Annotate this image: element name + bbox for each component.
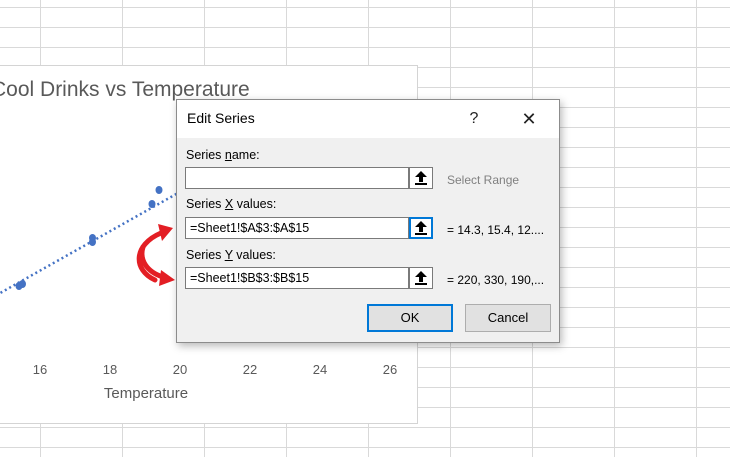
- dialog-titlebar[interactable]: Edit Series ? ✕: [177, 100, 559, 138]
- data-point[interactable]: [89, 234, 96, 242]
- data-point[interactable]: [155, 186, 163, 194]
- series-x-range-button[interactable]: [409, 217, 433, 239]
- series-name-preview: Select Range: [447, 173, 520, 187]
- x-tick-label: 22: [243, 362, 257, 377]
- series-y-label: Series Y values:: [186, 248, 276, 262]
- series-y-preview: = 220, 330, 190,...: [447, 273, 545, 287]
- x-tick-label: 26: [383, 362, 397, 377]
- collapse-range-icon: [415, 271, 427, 285]
- x-tick-label: 18: [103, 362, 117, 377]
- cancel-button[interactable]: Cancel: [465, 304, 551, 332]
- x-tick-label: 20: [173, 362, 187, 377]
- data-point[interactable]: [148, 200, 156, 208]
- series-name-range-button[interactable]: [409, 167, 433, 189]
- data-point[interactable]: [19, 280, 26, 288]
- collapse-range-icon: [415, 171, 427, 185]
- dialog-title: Edit Series: [187, 110, 255, 126]
- series-y-range-button[interactable]: [409, 267, 433, 289]
- series-x-label: Series X values:: [186, 197, 277, 211]
- close-icon[interactable]: ✕: [517, 107, 541, 131]
- series-name-input[interactable]: [185, 167, 409, 189]
- series-y-input[interactable]: =Sheet1!$B$3:$B$15: [185, 267, 409, 289]
- series-x-input[interactable]: =Sheet1!$A$3:$A$15: [185, 217, 409, 239]
- series-name-label: Series name:: [186, 148, 260, 162]
- ok-button[interactable]: OK: [367, 304, 453, 332]
- collapse-range-icon: [415, 221, 427, 235]
- x-axis-title: Temperature: [104, 385, 188, 402]
- series-x-preview: = 14.3, 15.4, 12....: [447, 223, 545, 237]
- help-icon[interactable]: ?: [462, 107, 486, 131]
- x-tick-label: 16: [33, 362, 47, 377]
- x-tick-label: 24: [313, 362, 327, 377]
- edit-series-dialog: Edit Series ? ✕ Series name: Select Rang…: [176, 99, 560, 343]
